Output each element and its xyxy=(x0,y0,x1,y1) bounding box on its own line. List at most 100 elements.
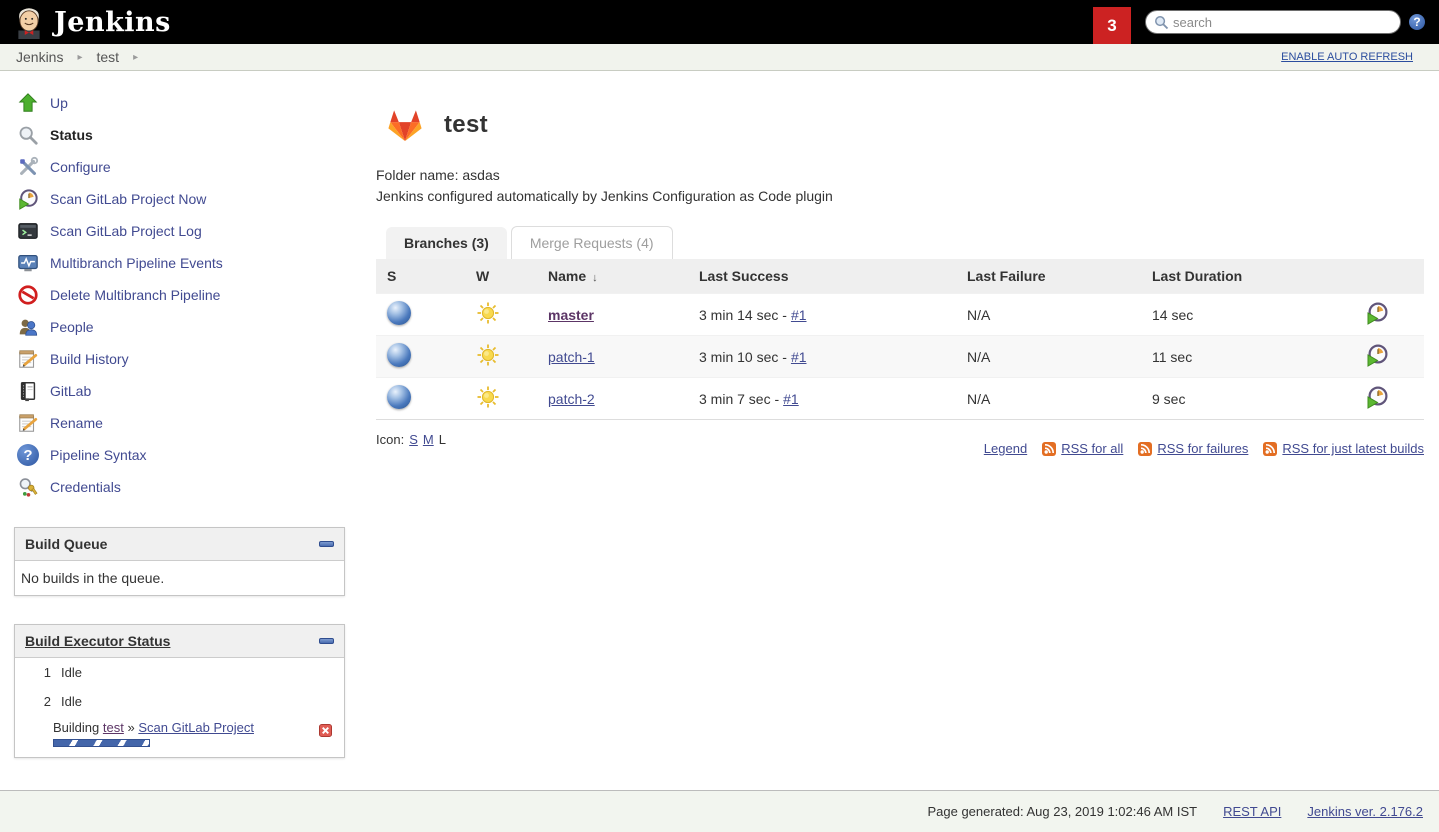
col-header-last-duration[interactable]: Last Duration xyxy=(1141,259,1330,294)
up-arrow-icon xyxy=(16,91,40,115)
executor-row: 1 Idle xyxy=(15,658,344,687)
notepad-icon xyxy=(16,347,40,371)
legend-link[interactable]: Legend xyxy=(984,441,1027,456)
build-number-link[interactable]: #1 xyxy=(791,307,807,323)
sidebar-item-label: Multibranch Pipeline Events xyxy=(50,255,223,271)
sidebar-item-label: GitLab xyxy=(50,383,91,399)
jenkins-butler-icon xyxy=(12,5,46,39)
executor-number: 2 xyxy=(37,694,51,709)
schedule-build-icon[interactable] xyxy=(1365,385,1389,409)
tools-icon xyxy=(16,155,40,179)
sidebar-item-configure[interactable]: Configure xyxy=(14,151,345,183)
cancel-build-icon[interactable] xyxy=(319,724,332,737)
tab-merge-requests[interactable]: Merge Requests (4) xyxy=(511,226,673,259)
col-header-actions xyxy=(1330,259,1424,294)
col-header-name[interactable]: Name↓ xyxy=(537,259,688,294)
book-icon xyxy=(16,379,40,403)
build-number-link[interactable]: #1 xyxy=(791,349,807,365)
executor-building-row: Building test » Scan GitLab Project xyxy=(15,716,344,757)
enable-auto-refresh-link[interactable]: ENABLE AUTO REFRESH xyxy=(1281,51,1413,63)
building-job-link[interactable]: test xyxy=(103,720,124,735)
sidebar-item-people[interactable]: People xyxy=(14,311,345,343)
col-header-status[interactable]: S xyxy=(376,259,465,294)
jenkins-version-link[interactable]: Jenkins ver. 2.176.2 xyxy=(1307,804,1423,819)
sidebar: Up Status Configure xyxy=(0,71,345,758)
notepad-icon xyxy=(16,411,40,435)
page-generated-text: Page generated: Aug 23, 2019 1:02:46 AM … xyxy=(927,804,1197,819)
rss-icon xyxy=(1263,442,1277,456)
icon-size-small-link[interactable]: S xyxy=(409,432,418,447)
last-duration-text: 14 sec xyxy=(1141,294,1330,336)
collapse-icon[interactable] xyxy=(319,638,334,644)
view-tabs: Branches (3) Merge Requests (4) xyxy=(376,226,1424,259)
queue-count-badge[interactable]: 3 xyxy=(1093,7,1131,44)
schedule-build-icon[interactable] xyxy=(1365,343,1389,367)
job-title-row: test xyxy=(376,107,1424,143)
chevron-right-icon: ▸ xyxy=(133,52,138,63)
sidebar-item-label: Scan GitLab Project Log xyxy=(50,223,202,239)
col-header-last-failure[interactable]: Last Failure xyxy=(956,259,1141,294)
page-title: test xyxy=(444,111,488,139)
build-queue-panel: Build Queue No builds in the queue. xyxy=(14,527,345,596)
col-header-weather[interactable]: W xyxy=(465,259,537,294)
rss-for-all-link[interactable]: RSS for all xyxy=(1061,441,1123,456)
executor-row: 2 Idle xyxy=(15,687,344,716)
breadcrumb-test[interactable]: test xyxy=(97,49,120,65)
sidebar-item-delete[interactable]: Delete Multibranch Pipeline xyxy=(14,279,345,311)
folder-name-text: Folder name: asdas xyxy=(376,167,1424,183)
sidebar-item-gitlab[interactable]: GitLab xyxy=(14,375,345,407)
executor-status: Idle xyxy=(61,665,82,680)
sidebar-item-pipeline-syntax[interactable]: ? Pipeline Syntax xyxy=(14,439,345,471)
sidebar-item-label: Configure xyxy=(50,159,111,175)
search-box[interactable] xyxy=(1145,10,1401,34)
rss-for-failures-link[interactable]: RSS for failures xyxy=(1157,441,1248,456)
sidebar-item-build-history[interactable]: Build History xyxy=(14,343,345,375)
building-task-link[interactable]: Scan GitLab Project xyxy=(138,720,254,735)
build-queue-title: Build Queue xyxy=(25,536,107,552)
magnifier-icon xyxy=(16,123,40,147)
table-row: patch-2 3 min 7 sec -#1 N/A 9 sec xyxy=(376,378,1424,420)
weather-sun-icon xyxy=(476,301,500,325)
building-prefix: Building xyxy=(53,720,99,735)
search-input[interactable] xyxy=(1173,15,1392,30)
rest-api-link[interactable]: REST API xyxy=(1223,804,1281,819)
last-success-text: 3 min 14 sec - xyxy=(699,307,787,323)
question-icon: ? xyxy=(16,443,40,467)
branch-link[interactable]: patch-2 xyxy=(548,391,595,407)
search-help-icon[interactable]: ? xyxy=(1409,14,1425,30)
sidebar-item-up[interactable]: Up xyxy=(14,87,345,119)
branch-link[interactable]: master xyxy=(548,307,594,323)
building-separator: » xyxy=(127,720,134,735)
tab-branches[interactable]: Branches (3) xyxy=(386,227,507,259)
sidebar-item-pipeline-events[interactable]: Multibranch Pipeline Events xyxy=(14,247,345,279)
gitlab-logo-icon xyxy=(386,107,424,143)
top-bar: Jenkins 3 ? xyxy=(0,0,1439,44)
sidebar-item-scan-log[interactable]: Scan GitLab Project Log xyxy=(14,215,345,247)
executor-status-title-link[interactable]: Build Executor Status xyxy=(25,633,170,649)
build-status-ball-icon xyxy=(387,385,411,409)
sidebar-item-credentials[interactable]: Credentials xyxy=(14,471,345,503)
collapse-icon[interactable] xyxy=(319,541,334,547)
weather-sun-icon xyxy=(476,385,500,409)
branch-link[interactable]: patch-1 xyxy=(548,349,595,365)
monitor-pulse-icon xyxy=(16,251,40,275)
rss-latest-builds-link[interactable]: RSS for just latest builds xyxy=(1282,441,1424,456)
sidebar-item-status[interactable]: Status xyxy=(14,119,345,151)
table-header-row: S W Name↓ Last Success Last Failure Last… xyxy=(376,259,1424,294)
executor-status-header: Build Executor Status xyxy=(15,625,344,658)
build-progress-bar[interactable] xyxy=(53,739,150,747)
icon-size-medium-link[interactable]: M xyxy=(423,432,434,447)
last-failure-text: N/A xyxy=(956,378,1141,420)
sidebar-item-label: Pipeline Syntax xyxy=(50,447,147,463)
build-number-link[interactable]: #1 xyxy=(783,391,799,407)
build-queue-header: Build Queue xyxy=(15,528,344,561)
breadcrumb: Jenkins ▸ test ▸ ENABLE AUTO REFRESH xyxy=(0,44,1439,71)
breadcrumb-jenkins[interactable]: Jenkins xyxy=(16,49,63,65)
sidebar-item-scan-now[interactable]: Scan GitLab Project Now xyxy=(14,183,345,215)
schedule-build-icon[interactable] xyxy=(1365,301,1389,325)
jenkins-home-link[interactable]: Jenkins xyxy=(12,5,171,39)
chevron-right-icon: ▸ xyxy=(77,52,82,63)
last-duration-text: 11 sec xyxy=(1141,336,1330,378)
sidebar-item-rename[interactable]: Rename xyxy=(14,407,345,439)
col-header-last-success[interactable]: Last Success xyxy=(688,259,956,294)
